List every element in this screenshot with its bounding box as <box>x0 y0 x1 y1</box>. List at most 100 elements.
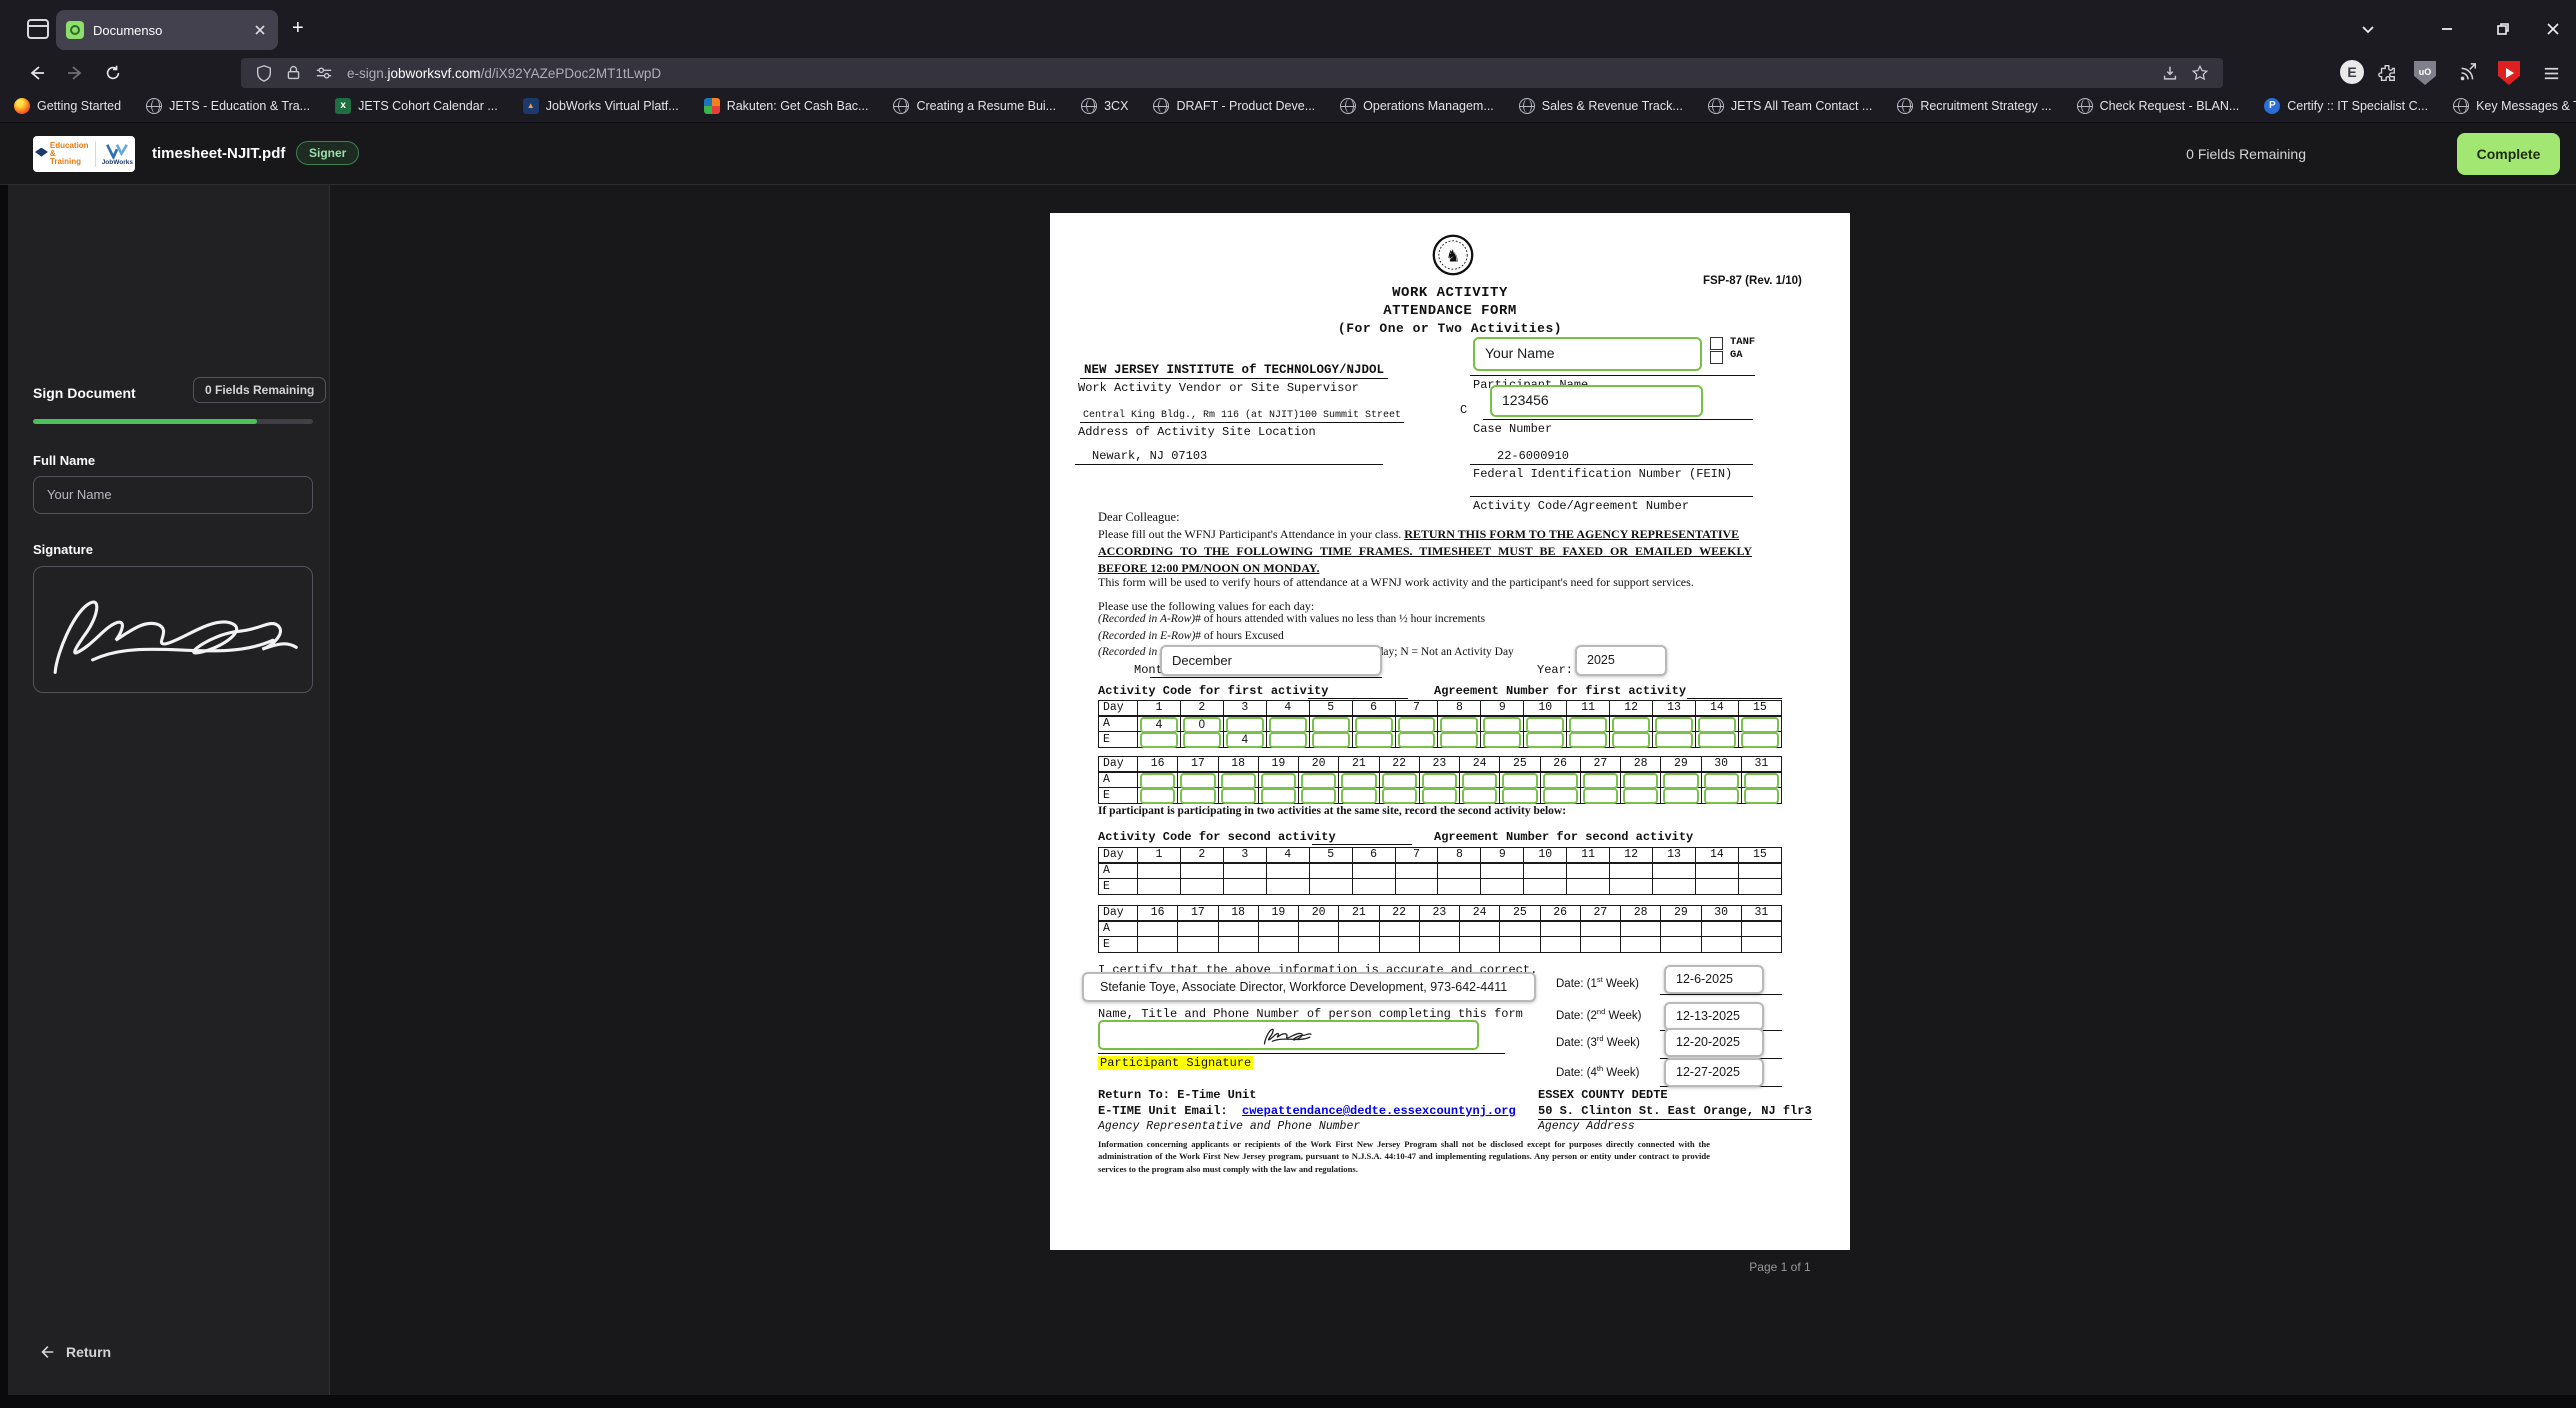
participant-signature-field[interactable] <box>1098 1020 1479 1050</box>
attendance-cell[interactable] <box>1737 731 1782 748</box>
attendance-cell[interactable] <box>1257 787 1300 804</box>
bookmark-item[interactable]: DRAFT - Product Deve... <box>1153 98 1315 114</box>
attendance-cell[interactable] <box>1523 715 1568 733</box>
forward-button[interactable] <box>62 60 88 86</box>
attendance-input-box[interactable] <box>1569 732 1608 748</box>
bookmark-item[interactable]: Recruitment Strategy ... <box>1897 98 2052 114</box>
attendance-cell[interactable]: 0 <box>1179 715 1224 733</box>
attendance-cell[interactable] <box>1700 787 1742 804</box>
bookmark-item[interactable]: Operations Managem... <box>1340 98 1494 114</box>
attendance-input-box[interactable] <box>1397 716 1436 733</box>
new-tab-button[interactable]: + <box>292 18 304 38</box>
attendance-cell[interactable] <box>1222 715 1267 733</box>
attendance-input-box[interactable] <box>1740 732 1779 748</box>
tab-list-chevron-icon[interactable] <box>2355 16 2381 42</box>
attendance-cell[interactable] <box>1499 787 1541 804</box>
attendance-cell[interactable] <box>1177 771 1219 789</box>
attendance-cell[interactable] <box>1418 787 1461 804</box>
bookmark-item[interactable]: Rakuten: Get Cash Bac... <box>703 98 868 114</box>
attendance-input-box[interactable] <box>1703 772 1739 789</box>
attendance-input-box[interactable] <box>1421 788 1457 804</box>
attendance-cell[interactable] <box>1609 731 1654 748</box>
attendance-input-box[interactable] <box>1268 716 1307 733</box>
attendance-input-box[interactable] <box>1180 788 1216 804</box>
attendance-cell[interactable] <box>1660 771 1702 789</box>
tracking-shield-icon[interactable] <box>255 64 273 82</box>
attendance-input-box[interactable] <box>1140 772 1176 789</box>
attendance-input-box[interactable] <box>1697 716 1736 733</box>
attendance-input-box[interactable] <box>1354 716 1393 733</box>
attendance-input-box[interactable]: 4 <box>1140 716 1178 733</box>
attendance-cell[interactable] <box>1136 787 1179 804</box>
attendance-cell[interactable] <box>1458 771 1501 789</box>
attendance-input-box[interactable] <box>1582 772 1618 789</box>
attendance-input-box[interactable] <box>1483 732 1522 748</box>
attendance-cell[interactable] <box>1740 787 1783 804</box>
attendance-cell[interactable] <box>1437 731 1482 748</box>
attendance-input-box[interactable] <box>1341 772 1377 789</box>
bookmark-item[interactable]: Creating a Resume Bui... <box>893 98 1056 114</box>
bookmark-item[interactable]: Getting Started <box>14 98 121 114</box>
attendance-cell[interactable] <box>1338 771 1380 789</box>
attendance-cell[interactable] <box>1539 771 1581 789</box>
attendance-cell[interactable] <box>1338 787 1380 804</box>
youtube-shield-icon[interactable] <box>2496 60 2522 86</box>
attendance-cell[interactable] <box>1619 787 1662 804</box>
attendance-cell[interactable] <box>1566 715 1611 733</box>
attendance-cell[interactable] <box>1265 715 1310 733</box>
full-name-input[interactable]: Your Name <box>33 476 313 514</box>
attendance-input-box[interactable] <box>1703 788 1739 804</box>
attendance-cell[interactable] <box>1177 787 1219 804</box>
extension-e-icon[interactable]: E <box>2340 60 2364 84</box>
bookmark-item[interactable]: P Certify :: IT Specialist C... <box>2264 98 2428 114</box>
bookmark-item[interactable]: Sales & Revenue Track... <box>1518 98 1683 114</box>
lock-icon[interactable] <box>285 64 303 82</box>
attendance-cell[interactable] <box>1660 787 1702 804</box>
restore-window-button[interactable] <box>2490 16 2516 42</box>
attendance-cell[interactable] <box>1351 731 1396 748</box>
close-window-button[interactable] <box>2540 16 2566 42</box>
attendance-input-box[interactable] <box>1397 732 1436 748</box>
attendance-input-box[interactable] <box>1542 788 1578 804</box>
bookmark-item[interactable]: JETS - Education & Tra... <box>146 98 310 114</box>
attendance-cell[interactable] <box>1480 731 1525 748</box>
attendance-cell[interactable] <box>1539 787 1581 804</box>
attendance-input-box[interactable] <box>1440 732 1479 748</box>
attendance-cell[interactable] <box>1523 731 1568 748</box>
attendance-cell[interactable] <box>1136 771 1179 789</box>
tab-close-icon[interactable] <box>252 22 268 38</box>
attendance-cell[interactable] <box>1394 731 1439 748</box>
attendance-input-box[interactable] <box>1743 788 1779 804</box>
attendance-input-box[interactable] <box>1301 788 1337 804</box>
attendance-input-box[interactable] <box>1663 772 1699 789</box>
attendance-input-box[interactable] <box>1655 732 1693 748</box>
attendance-cell[interactable] <box>1566 731 1611 748</box>
signature-pad[interactable] <box>33 566 313 693</box>
bookmark-item[interactable]: JETS All Team Contact ... <box>1707 98 1872 114</box>
return-button[interactable]: Return <box>38 1343 111 1361</box>
attendance-input-box[interactable] <box>1225 716 1264 733</box>
attendance-cell[interactable] <box>1609 715 1654 733</box>
bookmark-item[interactable]: Check Request - BLAN... <box>2076 98 2239 114</box>
attendance-cell[interactable] <box>1308 715 1353 733</box>
attendance-cell[interactable] <box>1652 731 1696 748</box>
minimize-button[interactable] <box>2434 16 2460 42</box>
attendance-cell[interactable] <box>1137 731 1181 748</box>
attendance-input-box[interactable] <box>1697 732 1736 748</box>
attendance-cell[interactable] <box>1437 715 1482 733</box>
attendance-input-box[interactable] <box>1526 732 1565 748</box>
attendance-input-box[interactable] <box>1220 788 1256 804</box>
attendance-input-box[interactable] <box>1623 788 1659 804</box>
attendance-input-box[interactable] <box>1421 772 1457 789</box>
attendance-cell[interactable] <box>1378 771 1420 789</box>
signal-extension-icon[interactable] <box>2455 60 2481 86</box>
attendance-input-box[interactable] <box>1612 716 1651 733</box>
attendance-cell[interactable] <box>1700 771 1742 789</box>
attendance-cell[interactable] <box>1579 771 1622 789</box>
attendance-input-box[interactable] <box>1542 772 1578 789</box>
attendance-input-box[interactable] <box>1301 772 1337 789</box>
attendance-input-box[interactable] <box>1268 732 1307 748</box>
attendance-cell[interactable] <box>1458 787 1501 804</box>
attendance-cell[interactable] <box>1297 771 1340 789</box>
attendance-input-box[interactable] <box>1740 716 1779 733</box>
